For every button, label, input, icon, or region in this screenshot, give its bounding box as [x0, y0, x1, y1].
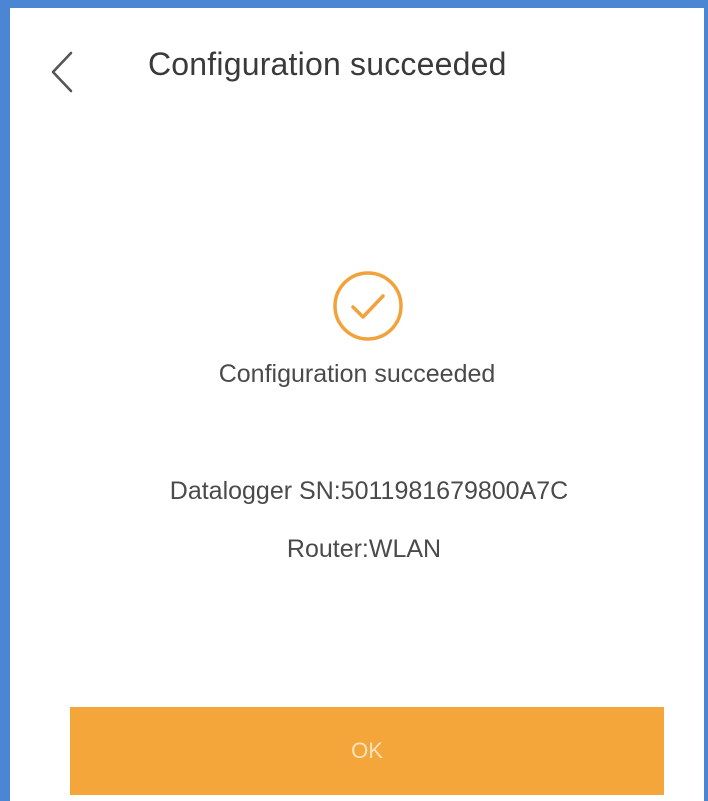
datalogger-sn: Datalogger SN:5011981679800A7C [169, 477, 569, 505]
router-name: Router:WLAN [286, 535, 442, 563]
check-circle-icon [333, 271, 403, 341]
app-screen: Configuration succeeded Configuration su… [0, 0, 708, 801]
navigation-bar: Configuration succeeded [10, 8, 704, 128]
page-title: Configuration succeeded [148, 46, 507, 82]
status-message: Configuration succeeded [218, 360, 496, 388]
back-button[interactable] [40, 44, 84, 100]
chevron-left-icon [51, 51, 73, 93]
ok-button[interactable]: OK [70, 707, 664, 795]
